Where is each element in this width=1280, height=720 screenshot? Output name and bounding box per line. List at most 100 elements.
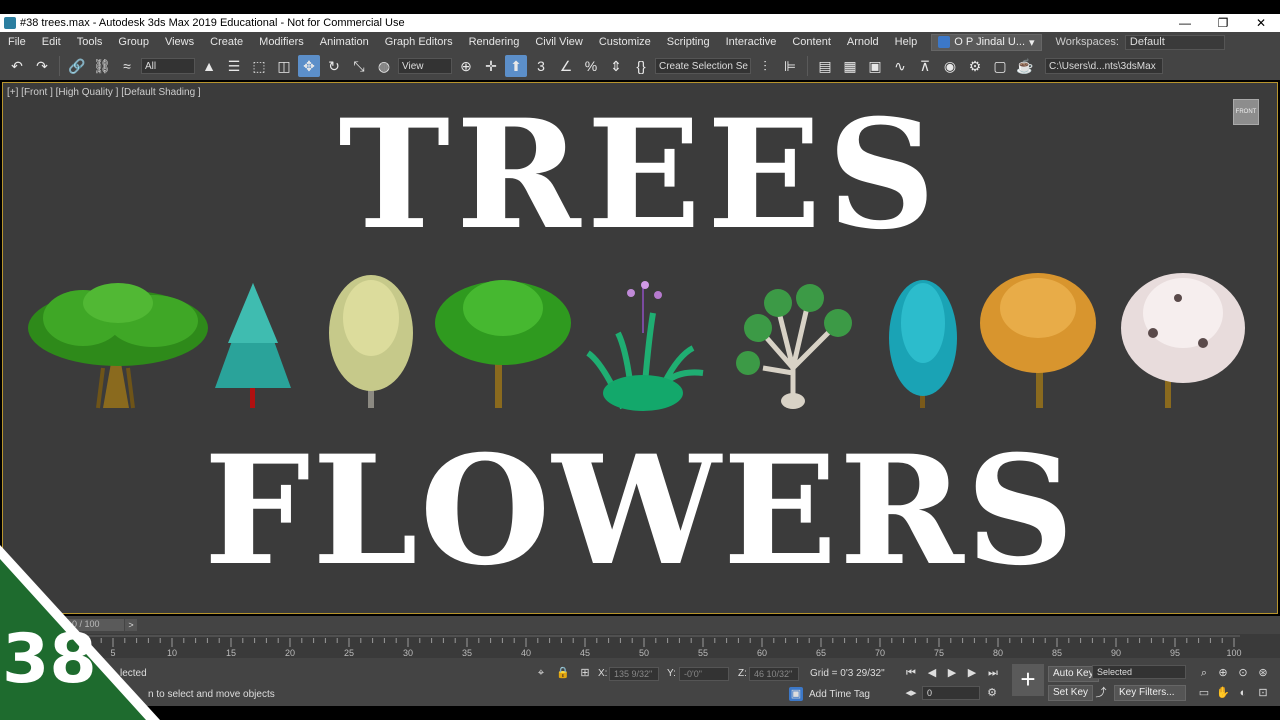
tick-label: 50 [638, 648, 650, 658]
menu-views[interactable]: Views [157, 36, 202, 48]
snaps-toggle-icon[interactable]: 3 [530, 55, 552, 77]
menu-animation[interactable]: Animation [312, 36, 377, 48]
isolate-selection-icon[interactable]: ⌖ [534, 666, 548, 680]
key-filters-button[interactable]: Key Filters... [1114, 685, 1186, 701]
menu-tools[interactable]: Tools [69, 36, 111, 48]
unlink-icon[interactable]: ⛓ [91, 55, 113, 77]
close-button[interactable]: ✕ [1242, 16, 1280, 30]
tick-label: 100 [1226, 648, 1242, 658]
layer-explorer-icon[interactable]: ▦ [839, 55, 861, 77]
auto-key-button[interactable]: Auto Key [1048, 666, 1099, 682]
tick-label: 85 [1051, 648, 1063, 658]
material-editor-icon[interactable]: ◉ [939, 55, 961, 77]
set-key-button[interactable]: Set Key [1048, 685, 1094, 701]
willow-tree-model [329, 275, 413, 408]
mirror-icon[interactable]: ⫶ [754, 55, 776, 77]
place-icon[interactable]: ◍ [373, 55, 395, 77]
menu-create[interactable]: Create [202, 36, 251, 48]
named-selection-set-select[interactable]: Create Selection Se [655, 58, 751, 74]
percent-snap-icon[interactable]: % [580, 55, 602, 77]
menu-rendering[interactable]: Rendering [461, 36, 528, 48]
play-icon[interactable]: ▶ [945, 666, 959, 680]
go-to-start-icon[interactable]: ⏮ [904, 666, 918, 680]
menu-arnold[interactable]: Arnold [839, 36, 887, 48]
time-configuration-icon[interactable]: ⚙ [985, 686, 999, 700]
menu-content[interactable]: Content [784, 36, 839, 48]
zoom-icon[interactable]: ⌕ [1197, 666, 1211, 680]
rectangular-selection-icon[interactable]: ⬚ [248, 55, 270, 77]
previous-frame-icon[interactable]: ◀ [925, 666, 939, 680]
manipulate-icon[interactable]: ✛ [480, 55, 502, 77]
menu-civil-view[interactable]: Civil View [527, 36, 590, 48]
pivot-center-icon[interactable]: ⊕ [455, 55, 477, 77]
rendered-frame-window-icon[interactable]: ▢ [989, 55, 1011, 77]
link-icon[interactable]: 🔗 [66, 55, 88, 77]
minimize-button[interactable]: — [1166, 16, 1204, 30]
redo-icon[interactable]: ↷ [31, 55, 53, 77]
add-time-tag[interactable]: Add Time Tag [809, 689, 870, 700]
spruce-tree-model [215, 283, 291, 408]
curve-editor-icon[interactable]: ∿ [889, 55, 911, 77]
selected-dropdown[interactable]: Selected [1092, 665, 1186, 679]
field-of-view-icon[interactable]: ▭ [1197, 686, 1211, 700]
align-icon[interactable]: ⊫ [779, 55, 801, 77]
y-coordinate-field[interactable]: -0'0" [679, 667, 729, 681]
select-object-icon[interactable]: ▲ [198, 55, 220, 77]
workspace-select[interactable]: Default [1124, 34, 1225, 50]
menu-customize[interactable]: Customize [591, 36, 659, 48]
chevron-down-icon: ▾ [1029, 36, 1035, 49]
menu-edit[interactable]: Edit [34, 36, 69, 48]
maximize-button[interactable]: ❐ [1204, 16, 1242, 30]
select-by-name-icon[interactable]: ☰ [223, 55, 245, 77]
select-and-move-icon[interactable]: ✥ [298, 55, 320, 77]
render-setup-icon[interactable]: ⚙ [964, 55, 986, 77]
default-in-out-tangents-icon[interactable]: ⤴ [1094, 686, 1108, 700]
window-crossing-icon[interactable]: ◫ [273, 55, 295, 77]
scene-explorer-icon[interactable]: ▤ [814, 55, 836, 77]
front-viewport[interactable]: [+] [Front ] [High Quality ] [Default Sh… [2, 82, 1278, 614]
divider [59, 56, 60, 76]
edit-named-selection-icon[interactable]: {} [630, 55, 652, 77]
app-icon [4, 17, 16, 29]
zoom-extents-all-icon[interactable]: ⊛ [1256, 666, 1270, 680]
schematic-view-icon[interactable]: ⊼ [914, 55, 936, 77]
menu-modifiers[interactable]: Modifiers [251, 36, 312, 48]
absolute-transform-icon[interactable]: ⊞ [578, 666, 592, 680]
keyboard-shortcut-override-icon[interactable]: ⬆ [505, 55, 527, 77]
menu-file[interactable]: File [0, 36, 34, 48]
set-key-plus-button[interactable]: + [1012, 664, 1044, 696]
selection-filter-select[interactable]: All [141, 58, 195, 74]
selection-lock-icon[interactable]: 🔒 [556, 666, 570, 680]
orbit-icon[interactable]: ◐ [1236, 686, 1250, 700]
x-coordinate-field[interactable]: 135 9/32" [609, 667, 659, 681]
zoom-extents-icon[interactable]: ⊙ [1236, 666, 1250, 680]
spinner-snap-icon[interactable]: ⇕ [605, 55, 627, 77]
menu-interactive[interactable]: Interactive [718, 36, 785, 48]
menu-graph-editors[interactable]: Graph Editors [377, 36, 461, 48]
user-name: O P Jindal U... [954, 36, 1026, 48]
project-path-select[interactable]: C:\Users\d...nts\3dsMax [1045, 58, 1163, 74]
zoom-all-icon[interactable]: ⊕ [1216, 666, 1230, 680]
track-bar[interactable]: 5 10 15 20 25 30 35 40 45 50 55 60 65 70… [0, 634, 1280, 658]
menu-group[interactable]: Group [110, 36, 157, 48]
tick-label: 25 [343, 648, 355, 658]
undo-icon[interactable]: ↶ [6, 55, 28, 77]
current-frame-field[interactable]: 0 [922, 686, 980, 700]
next-frame-icon[interactable]: ▶ [965, 666, 979, 680]
maximize-viewport-icon[interactable]: ⊡ [1256, 686, 1270, 700]
go-to-end-icon[interactable]: ⏭ [986, 666, 1000, 680]
render-production-icon[interactable]: ☕ [1014, 55, 1036, 77]
menu-help[interactable]: Help [887, 36, 926, 48]
menu-scripting[interactable]: Scripting [659, 36, 718, 48]
z-coordinate-field[interactable]: 46 10/32" [749, 667, 799, 681]
select-and-scale-icon[interactable]: ⤡ [348, 55, 370, 77]
status-bar: lected n to select and move objects ⌖ 🔒 … [0, 658, 1280, 706]
reference-coordinate-select[interactable]: View [398, 58, 452, 74]
key-mode-icon[interactable]: ◂▸ [904, 686, 918, 700]
select-and-rotate-icon[interactable]: ↻ [323, 55, 345, 77]
angle-snap-icon[interactable]: ∠ [555, 55, 577, 77]
ribbon-toggle-icon[interactable]: ▣ [864, 55, 886, 77]
user-account-menu[interactable]: O P Jindal U... ▾ [931, 33, 1042, 51]
bind-space-warp-icon[interactable]: ≈ [116, 55, 138, 77]
pan-icon[interactable]: ✋ [1216, 686, 1230, 700]
